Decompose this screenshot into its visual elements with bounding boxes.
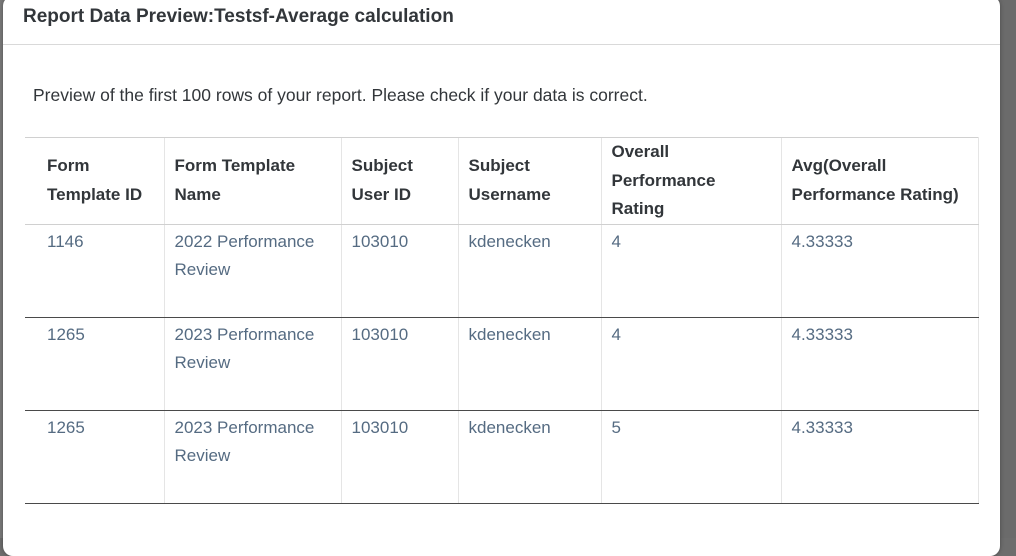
cell-form-template-name: 2023 Performance Review [163,410,341,504]
table-row: 1265 2023 Performance Review 103010 kden… [25,410,979,504]
cell-form-template-name: 2023 Performance Review [163,317,341,411]
cell-form-template-id: 1265 [25,317,164,411]
column-header-overall-performance-rating: Overall Performance Rating [600,137,781,225]
preview-intro-text: Preview of the first 100 rows of your re… [33,85,648,105]
cell-form-template-id: 1265 [25,410,164,504]
table-row: 1265 2023 Performance Review 103010 kden… [25,317,979,411]
backdrop-right [1001,0,1016,538]
cell-subject-username: kdenecken [457,410,601,504]
cell-subject-user-id: 103010 [340,224,458,318]
cell-subject-user-id: 103010 [340,317,458,411]
column-header-form-template-name: Form Template Name [163,137,341,225]
column-header-subject-username: Subject Username [457,137,601,225]
cell-subject-username: kdenecken [457,317,601,411]
column-header-subject-user-id: Subject User ID [340,137,458,225]
cell-overall-performance-rating: 4 [600,317,781,411]
report-preview-table: Form Template ID Form Template Name Subj… [25,137,979,504]
cell-form-template-id: 1146 [25,224,164,318]
cell-avg-overall-performance-rating: 4.33333 [780,317,979,411]
cell-form-template-name: 2022 Performance Review [163,224,341,318]
dialog-header: Report Data Preview:Testsf-Average calcu… [3,0,1000,45]
column-header-form-template-id: Form Template ID [25,137,164,225]
cell-avg-overall-performance-rating: 4.33333 [780,224,979,318]
table-header-row: Form Template ID Form Template Name Subj… [25,137,979,225]
cell-overall-performance-rating: 5 [600,410,781,504]
table-row: 1146 2022 Performance Review 103010 kden… [25,224,979,318]
cell-overall-performance-rating: 4 [600,224,781,318]
cell-subject-username: kdenecken [457,224,601,318]
dialog-title: Report Data Preview:Testsf-Average calcu… [23,6,454,27]
cell-subject-user-id: 103010 [340,410,458,504]
column-header-avg-overall-performance-rating: Avg(Overall Performance Rating) [780,137,979,225]
report-preview-dialog: Report Data Preview:Testsf-Average calcu… [3,0,1000,556]
cell-avg-overall-performance-rating: 4.33333 [780,410,979,504]
